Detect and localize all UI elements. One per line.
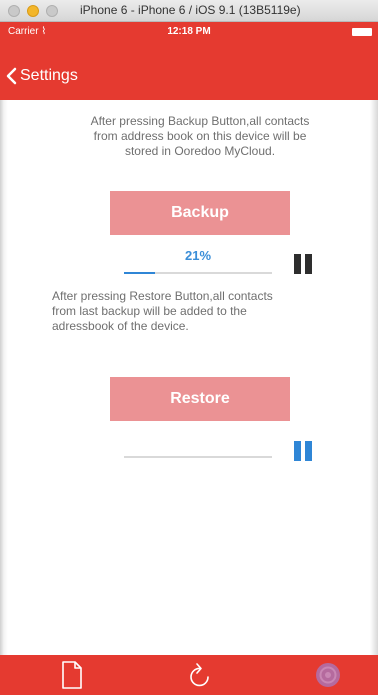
window-zoom-button[interactable] bbox=[46, 5, 58, 17]
status-time: 12:18 PM bbox=[167, 26, 211, 37]
battery-icon bbox=[352, 28, 372, 36]
restore-button[interactable]: Restore bbox=[110, 377, 290, 421]
tab-sync[interactable] bbox=[170, 655, 230, 695]
backup-description: After pressing Backup Button,all contact… bbox=[90, 114, 310, 158]
restore-pause-button[interactable] bbox=[294, 441, 312, 461]
restore-progress-bar bbox=[124, 456, 272, 458]
right-edge-shadow bbox=[370, 100, 378, 655]
tab-bar bbox=[0, 655, 378, 695]
pause-icon-bar bbox=[305, 254, 312, 274]
window-close-button[interactable] bbox=[8, 5, 20, 17]
status-bar: Carrier ⌇ 12:18 PM bbox=[0, 22, 378, 42]
tab-settings[interactable] bbox=[298, 655, 358, 695]
navigation-bar: Settings bbox=[0, 42, 378, 100]
settings-icon bbox=[314, 661, 342, 689]
restore-description: After pressing Restore Button,all contac… bbox=[52, 289, 273, 333]
refresh-icon bbox=[187, 661, 213, 689]
pause-icon-bar bbox=[294, 441, 301, 461]
window-minimize-button[interactable] bbox=[27, 5, 39, 17]
left-edge-shadow bbox=[0, 100, 8, 655]
backup-button[interactable]: Backup bbox=[110, 191, 290, 235]
document-icon bbox=[61, 661, 83, 689]
simulator-title: iPhone 6 - iPhone 6 / iOS 9.1 (13B5119e) bbox=[80, 3, 301, 17]
pause-icon-bar bbox=[305, 441, 312, 461]
tab-files[interactable] bbox=[42, 655, 102, 695]
backup-progress-fill bbox=[124, 272, 156, 274]
restore-button-label: Restore bbox=[170, 390, 230, 407]
backup-pause-button[interactable] bbox=[294, 254, 312, 274]
chevron-left-icon bbox=[6, 67, 17, 85]
back-label: Settings bbox=[20, 67, 78, 84]
back-button[interactable]: Settings bbox=[6, 64, 78, 88]
backup-progress-bar bbox=[124, 272, 272, 274]
pause-icon-bar bbox=[294, 254, 301, 274]
simulator-title-bar: iPhone 6 - iPhone 6 / iOS 9.1 (13B5119e) bbox=[0, 0, 378, 22]
backup-button-label: Backup bbox=[171, 204, 229, 221]
backup-progress-percent: 21% bbox=[184, 248, 212, 263]
